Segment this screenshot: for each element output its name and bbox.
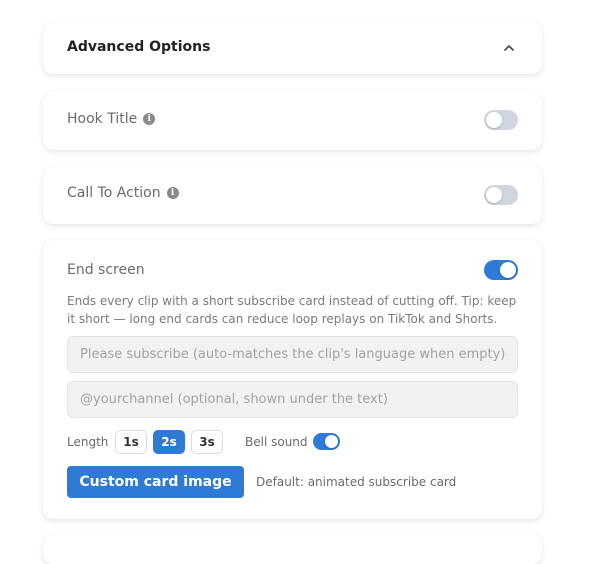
length-option-1s[interactable]: 1s — [115, 430, 147, 454]
end-screen-card: End screen Ends every clip with a short … — [43, 240, 542, 519]
next-option-card — [43, 534, 542, 564]
length-option-3s[interactable]: 3s — [191, 430, 223, 454]
end-screen-toggle[interactable] — [484, 260, 518, 280]
bell-sound-label: Bell sound — [245, 435, 308, 449]
call-to-action-label-group: Call To Action i — [67, 185, 179, 201]
call-to-action-toggle[interactable] — [484, 185, 518, 205]
chevron-up-icon[interactable] — [503, 42, 515, 54]
toggle-knob — [486, 112, 502, 128]
advanced-options-title: Advanced Options — [67, 39, 211, 55]
advanced-options-header[interactable]: Advanced Options — [43, 22, 542, 74]
end-screen-label-group: End screen — [67, 262, 145, 278]
subscribe-text-input[interactable] — [67, 336, 518, 373]
channel-handle-input[interactable] — [67, 381, 518, 418]
end-screen-description: Ends every clip with a short subscribe c… — [67, 294, 517, 326]
hook-title-label: Hook Title — [67, 111, 138, 127]
toggle-knob — [486, 187, 502, 203]
hook-title-label-group: Hook Title i — [67, 111, 156, 127]
length-label: Length — [67, 435, 109, 449]
hook-title-row: Hook Title i — [43, 92, 542, 150]
call-to-action-label: Call To Action — [67, 185, 161, 201]
info-icon[interactable]: i — [166, 187, 179, 199]
info-icon[interactable]: i — [143, 113, 156, 125]
end-screen-label: End screen — [67, 262, 145, 278]
default-card-note: Default: animated subscribe card — [256, 475, 457, 489]
call-to-action-row: Call To Action i — [43, 166, 542, 224]
bell-sound-toggle[interactable] — [313, 433, 340, 450]
toggle-knob — [325, 435, 338, 448]
toggle-knob — [500, 262, 516, 278]
hook-title-toggle[interactable] — [484, 110, 518, 130]
custom-card-image-button[interactable]: Custom card image — [67, 466, 244, 498]
length-option-2s[interactable]: 2s — [153, 430, 185, 454]
